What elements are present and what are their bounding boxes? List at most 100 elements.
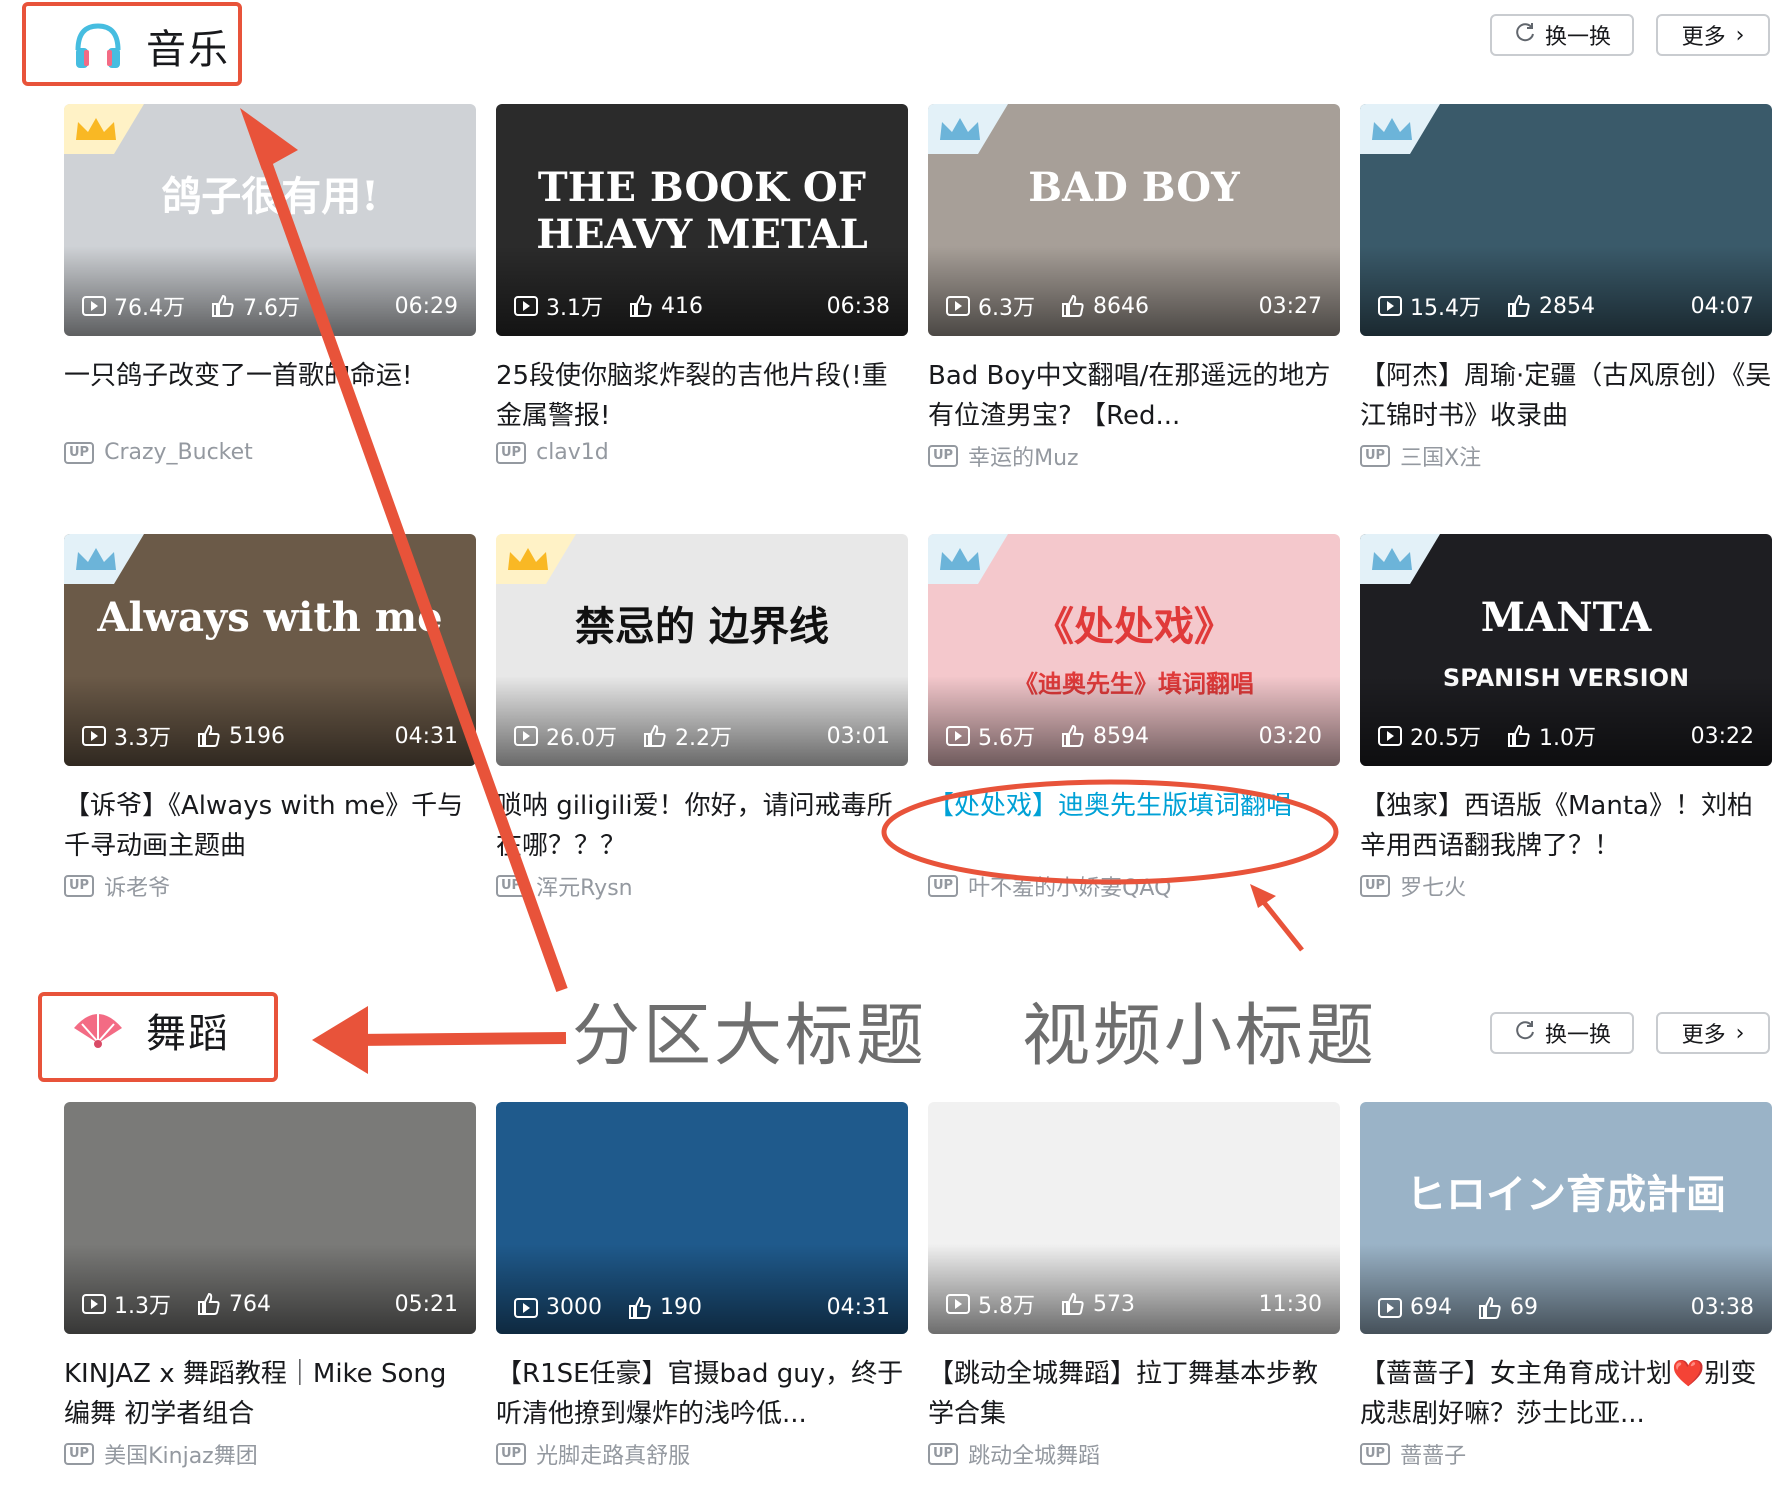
uploader-name: 叶不羞的小娇妻QAQ: [968, 876, 1172, 901]
uploader[interactable]: UP 蔷蔷子: [1360, 1438, 1466, 1470]
like-icon: [1507, 294, 1531, 318]
uploader[interactable]: UP 美国Kinjaz舞团: [64, 1438, 258, 1470]
crown-badge-icon: [64, 534, 144, 584]
dance-title-annotation-box: [38, 992, 278, 1082]
uploader[interactable]: UP 浑元Rysn: [496, 870, 633, 902]
video-title[interactable]: KINJAZ x 舞蹈教程｜Mike Song 编舞 初学者组合: [64, 1354, 476, 1434]
arrow-head-video-title: [1250, 884, 1276, 908]
video-title[interactable]: 【R1SE任豪】官摄bad guy，终于听清他撩到爆炸的浅吟低...: [496, 1354, 908, 1434]
music-refresh-button[interactable]: 换一换: [1490, 14, 1634, 56]
video-title[interactable]: 【阿杰】周瑜·定疆（古风原创）《吴江锦时书》收录曲: [1360, 356, 1772, 436]
view-count: 5.8万: [978, 1294, 1035, 1319]
refresh-label: 换一换: [1544, 1023, 1611, 1048]
uploader-name: 三国X注: [1400, 446, 1482, 471]
play-count-icon: [514, 296, 538, 316]
crown-badge-icon: [1360, 104, 1440, 154]
like-icon: [211, 294, 235, 318]
video-title[interactable]: 【处处戏】迪奥先生版填词翻唱: [928, 786, 1340, 826]
like-icon: [643, 724, 667, 748]
video-title[interactable]: 【诉爷】《Always with me》千与千寻动画主题曲: [64, 786, 476, 866]
video-title[interactable]: 【跳动全城舞蹈】拉丁舞基本步教学合集: [928, 1354, 1340, 1434]
uploader[interactable]: UP 三国X注: [1360, 440, 1481, 472]
uploader[interactable]: UP clav1d: [496, 440, 609, 465]
video-title[interactable]: 25段使你脑浆炸裂的吉他片段(!重金属警报!: [496, 356, 908, 436]
dance-more-button[interactable]: 更多 ›: [1656, 1012, 1770, 1054]
video-duration: 04:31: [394, 723, 458, 749]
uploader[interactable]: UP 幸运的Muz: [928, 440, 1079, 472]
video-duration: 11:30: [1258, 1291, 1322, 1317]
view-count: 76.4万: [114, 296, 185, 321]
video-thumbnail[interactable]: 鸽子很有用! 76.4万 7.6万 06:29: [64, 104, 476, 336]
uploader-name: clav1d: [536, 440, 609, 465]
uploader[interactable]: UP 跳动全城舞蹈: [928, 1438, 1100, 1470]
video-thumbnail[interactable]: BAD BOY 6.3万 8646 03:27: [928, 104, 1340, 336]
like-count: 69: [1510, 1295, 1538, 1320]
uploader-name: Crazy_Bucket: [104, 440, 253, 465]
video-thumbnail[interactable]: THE BOOK OF HEAVY METAL 3.1万 416 06:38: [496, 104, 908, 336]
like-icon: [1061, 294, 1085, 318]
view-count: 3.1万: [546, 296, 603, 321]
video-title[interactable]: 【独家】西语版《Manta》！刘柏辛用西语翻我牌了？！: [1360, 786, 1772, 866]
play-count-icon: [514, 1297, 538, 1318]
uploader-name: 跳动全城舞蹈: [968, 1444, 1101, 1469]
like-count: 416: [661, 293, 703, 319]
thumbnail-overlay-text: Always with me: [97, 594, 443, 641]
video-duration: 03:22: [1690, 723, 1754, 749]
view-count: 15.4万: [1410, 296, 1481, 321]
video-thumbnail[interactable]: 5.8万 573 11:30: [928, 1102, 1340, 1334]
crown-badge-icon: [928, 534, 1008, 584]
like-count: 5196: [229, 723, 285, 749]
video-title[interactable]: 唢呐 giligili爱！你好，请问戒毒所在哪？？？: [496, 786, 908, 866]
section-title-annotation-box: [22, 2, 242, 86]
video-thumbnail[interactable]: 禁忌的 边界线 26.0万 2.2万 03:01: [496, 534, 908, 766]
like-icon: [1478, 1296, 1502, 1320]
view-count: 3000: [546, 1295, 602, 1320]
like-icon: [197, 1292, 221, 1316]
video-thumbnail[interactable]: ヒロイン育成計画 694 69 03:38: [1360, 1102, 1772, 1334]
crown-badge-icon: [928, 104, 1008, 154]
like-count: 573: [1093, 1291, 1135, 1317]
view-count: 694: [1410, 1295, 1452, 1320]
up-badge-icon: UP: [1360, 875, 1391, 897]
uploader-name: 罗七火: [1400, 876, 1467, 901]
crown-badge-icon: [1360, 534, 1440, 584]
view-count: 6.3万: [978, 296, 1035, 321]
video-thumbnail[interactable]: 1.3万 764 05:21: [64, 1102, 476, 1334]
uploader[interactable]: UP 诉老爷: [64, 870, 170, 902]
uploader[interactable]: UP Crazy_Bucket: [64, 440, 253, 465]
uploader[interactable]: UP 光脚走路真舒服: [496, 1438, 690, 1470]
video-thumbnail[interactable]: 《处处戏》《迪奥先生》填词翻唱5.6万859403:20: [928, 534, 1340, 766]
up-badge-icon: UP: [496, 1443, 527, 1465]
play-count-icon: [946, 726, 970, 746]
video-thumbnail[interactable]: Always with me 3.3万 5196 04:31: [64, 534, 476, 766]
video-duration: 04:07: [1690, 293, 1754, 319]
play-count-icon: [82, 1294, 106, 1314]
thumbnail-overlay-text: 鸽子很有用!: [161, 173, 379, 220]
uploader[interactable]: UP 叶不羞的小娇妻QAQ: [928, 870, 1171, 902]
like-icon: [197, 724, 221, 748]
uploader-name: 蔷蔷子: [1400, 1444, 1467, 1469]
video-stats: 20.5万 1.0万 03:22: [1378, 720, 1754, 752]
video-stats: 6.3万 8646 03:27: [946, 290, 1322, 322]
dance-refresh-button[interactable]: 换一换: [1490, 1012, 1634, 1054]
play-count-icon: [946, 1294, 970, 1314]
video-thumbnail[interactable]: MANTASPANISH VERSION20.5万1.0万03:22: [1360, 534, 1772, 766]
play-count-icon: [82, 296, 106, 316]
video-thumbnail[interactable]: 3000 190 04:31: [496, 1102, 908, 1334]
video-duration: 03:27: [1258, 293, 1322, 319]
video-stats: 76.4万 7.6万 06:29: [82, 290, 458, 322]
video-duration: 03:01: [826, 723, 890, 749]
thumbnail-gradient: [1360, 1244, 1772, 1334]
up-badge-icon: UP: [928, 1443, 959, 1465]
video-duration: 06:38: [826, 293, 890, 319]
video-stats: 26.0万 2.2万 03:01: [514, 720, 890, 752]
video-thumbnail[interactable]: 15.4万 2854 04:07: [1360, 104, 1772, 336]
more-label: 更多: [1681, 25, 1726, 50]
thumbnail-overlay-text: 《处处戏》: [1034, 603, 1234, 650]
video-title[interactable]: 一只鸽子改变了一首歌的命运!: [64, 356, 476, 396]
video-title[interactable]: 【蔷蔷子】女主角育成计划❤️别变成悲剧好嘛？莎士比亚...: [1360, 1354, 1772, 1434]
uploader[interactable]: UP 罗七火: [1360, 870, 1466, 902]
music-more-button[interactable]: 更多 ›: [1656, 14, 1770, 56]
like-count: 2.2万: [675, 726, 732, 751]
video-title[interactable]: Bad Boy中文翻唱/在那遥远的地方有位渣男宝? 【Red...: [928, 356, 1340, 436]
